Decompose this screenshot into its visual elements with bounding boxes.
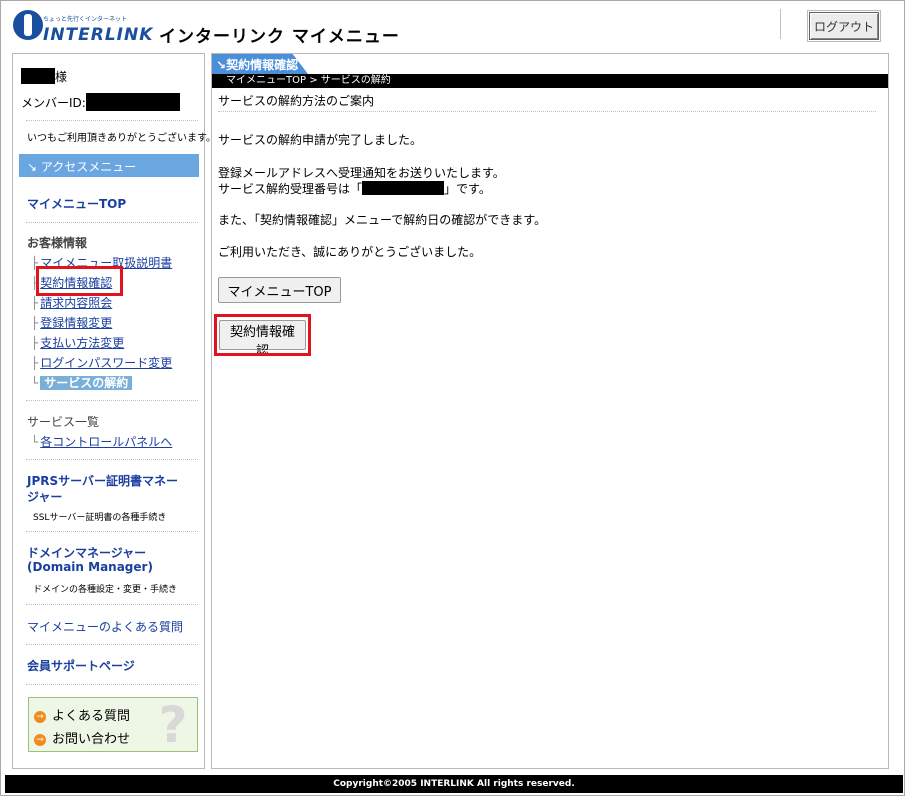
arrow-right-icon: → (34, 733, 46, 746)
divider (26, 644, 198, 645)
message-receipt-number: サービス解約受理番号は「 」です。 (218, 181, 491, 197)
sidebar-item-password[interactable]: ├ ログインパスワード変更 (31, 354, 172, 371)
breadcrumb[interactable]: マイメニューTOP > サービスの解約 (212, 74, 888, 88)
sidebar-link-support[interactable]: 会員サポートページ (27, 657, 135, 674)
sidebar: 様 メンバーID: いつもご利用頂きありがとうございます。 ↘ アクセスメニュー… (12, 53, 216, 769)
divider (26, 531, 198, 532)
arrow-right-icon: → (34, 710, 46, 723)
user-suffix: 様 (55, 70, 68, 84)
service-list-heading: サービス一覧 (27, 415, 100, 429)
help-link-contact[interactable]: → お問い合わせ (34, 728, 130, 747)
greeting-text: いつもご利用頂きありがとうございます。 (27, 133, 216, 144)
tree-branch-icon: ├ (31, 296, 39, 310)
header: ちょっと先行くインターネット INTERLINK インターリンク マイメニュー … (1, 1, 906, 49)
question-mark-icon: ? (158, 697, 188, 752)
logo-mark-icon (13, 10, 43, 40)
sidebar-link-jprs[interactable]: JPRSサーバー証明書マネー (27, 472, 178, 489)
customer-info-heading: お客様情報 (27, 236, 88, 250)
divider (26, 459, 198, 460)
message-thanks: ご利用いただき、誠にありがとうございました。 (218, 245, 482, 259)
window-frame: ちょっと先行くインターネット INTERLINK インターリンク マイメニュー … (0, 0, 905, 796)
sidebar-link-mymenu-top[interactable]: マイメニューTOP (27, 195, 126, 212)
sidebar-link-jprs-line2[interactable]: ジャー (27, 488, 62, 505)
sidebar-link-domain-manager-line2[interactable]: (Domain Manager) (27, 560, 153, 574)
access-menu-label: アクセスメニュー (40, 160, 137, 174)
sidebar-item-control-panel[interactable]: └ 各コントロールパネルへ (31, 433, 172, 450)
divider (26, 120, 198, 121)
user-name-row: 様 (21, 68, 67, 85)
logo-brand: INTERLINK (43, 25, 154, 45)
mymenu-top-button[interactable]: マイメニューTOP (218, 277, 341, 303)
section-tab-label: 契約情報確認 (226, 58, 299, 72)
help-box: ? → よくある質問 → お問い合わせ (28, 697, 198, 752)
logo-tagline: ちょっと先行くインターネット (43, 16, 128, 23)
page-title: サービスの解約方法のご案内 (218, 94, 375, 108)
highlight-box (214, 314, 311, 356)
divider (26, 222, 198, 223)
redacted-receipt-number (362, 181, 445, 195)
help-link-faq[interactable]: → よくある質問 (34, 705, 130, 724)
receipt-suffix: 」です。 (444, 182, 491, 196)
tree-branch-icon: ├ (31, 356, 39, 370)
app-title: インターリンク マイメニュー (159, 27, 400, 47)
sidebar-item-registration[interactable]: ├ 登録情報変更 (31, 314, 112, 331)
jprs-description: SSLサーバー証明書の各種手続き (33, 513, 167, 523)
sidebar-item-billing[interactable]: ├ 請求内容照会 (31, 294, 112, 311)
footer: Copyright©2005 INTERLINK All rights rese… (5, 775, 903, 793)
tree-branch-icon: ├ (31, 316, 39, 330)
access-menu-header: ↘ アクセスメニュー (19, 154, 199, 177)
sidebar-item-payment[interactable]: ├ 支払い方法変更 (31, 334, 124, 351)
tree-end-icon: └ (31, 376, 39, 390)
message-confirm: また、「契約情報確認」メニューで解約日の確認ができます。 (218, 213, 547, 227)
tree-end-icon: └ (31, 435, 39, 449)
redacted-member-id (85, 93, 180, 111)
header-divider (780, 9, 781, 39)
sidebar-item-cancellation[interactable]: └ サービスの解約 (31, 374, 133, 391)
interlink-logo[interactable]: ちょっと先行くインターネット INTERLINK (13, 10, 152, 45)
divider (26, 684, 198, 685)
redacted-user-name (21, 68, 55, 84)
arrow-down-right-icon: ↘ (216, 58, 227, 72)
logout-button[interactable]: ログアウト (807, 10, 881, 42)
message-complete: サービスの解約申請が完了しました。 (218, 133, 423, 147)
member-id-row: メンバーID: (21, 93, 180, 111)
domain-description: ドメインの各種設定・変更・手続き (33, 585, 178, 595)
divider (26, 400, 198, 401)
divider (218, 111, 876, 112)
arrow-down-right-icon: ↘ (27, 160, 38, 174)
highlight-box (36, 266, 123, 296)
divider (26, 604, 198, 605)
message-notice: 登録メールアドレスへ受理通知をお送りいたします。 (218, 166, 505, 180)
member-id-label: メンバーID: (21, 96, 86, 110)
sidebar-link-faq[interactable]: マイメニューのよくある質問 (27, 618, 183, 635)
tree-branch-icon: ├ (31, 336, 39, 350)
main-content: ↘契約情報確認 マイメニューTOP > サービスの解約 サービスの解約方法のご案… (211, 53, 889, 769)
sidebar-link-domain-manager[interactable]: ドメインマネージャー (27, 544, 146, 561)
receipt-prefix: サービス解約受理番号は「 (218, 182, 363, 196)
section-tab: ↘契約情報確認 (212, 54, 308, 74)
